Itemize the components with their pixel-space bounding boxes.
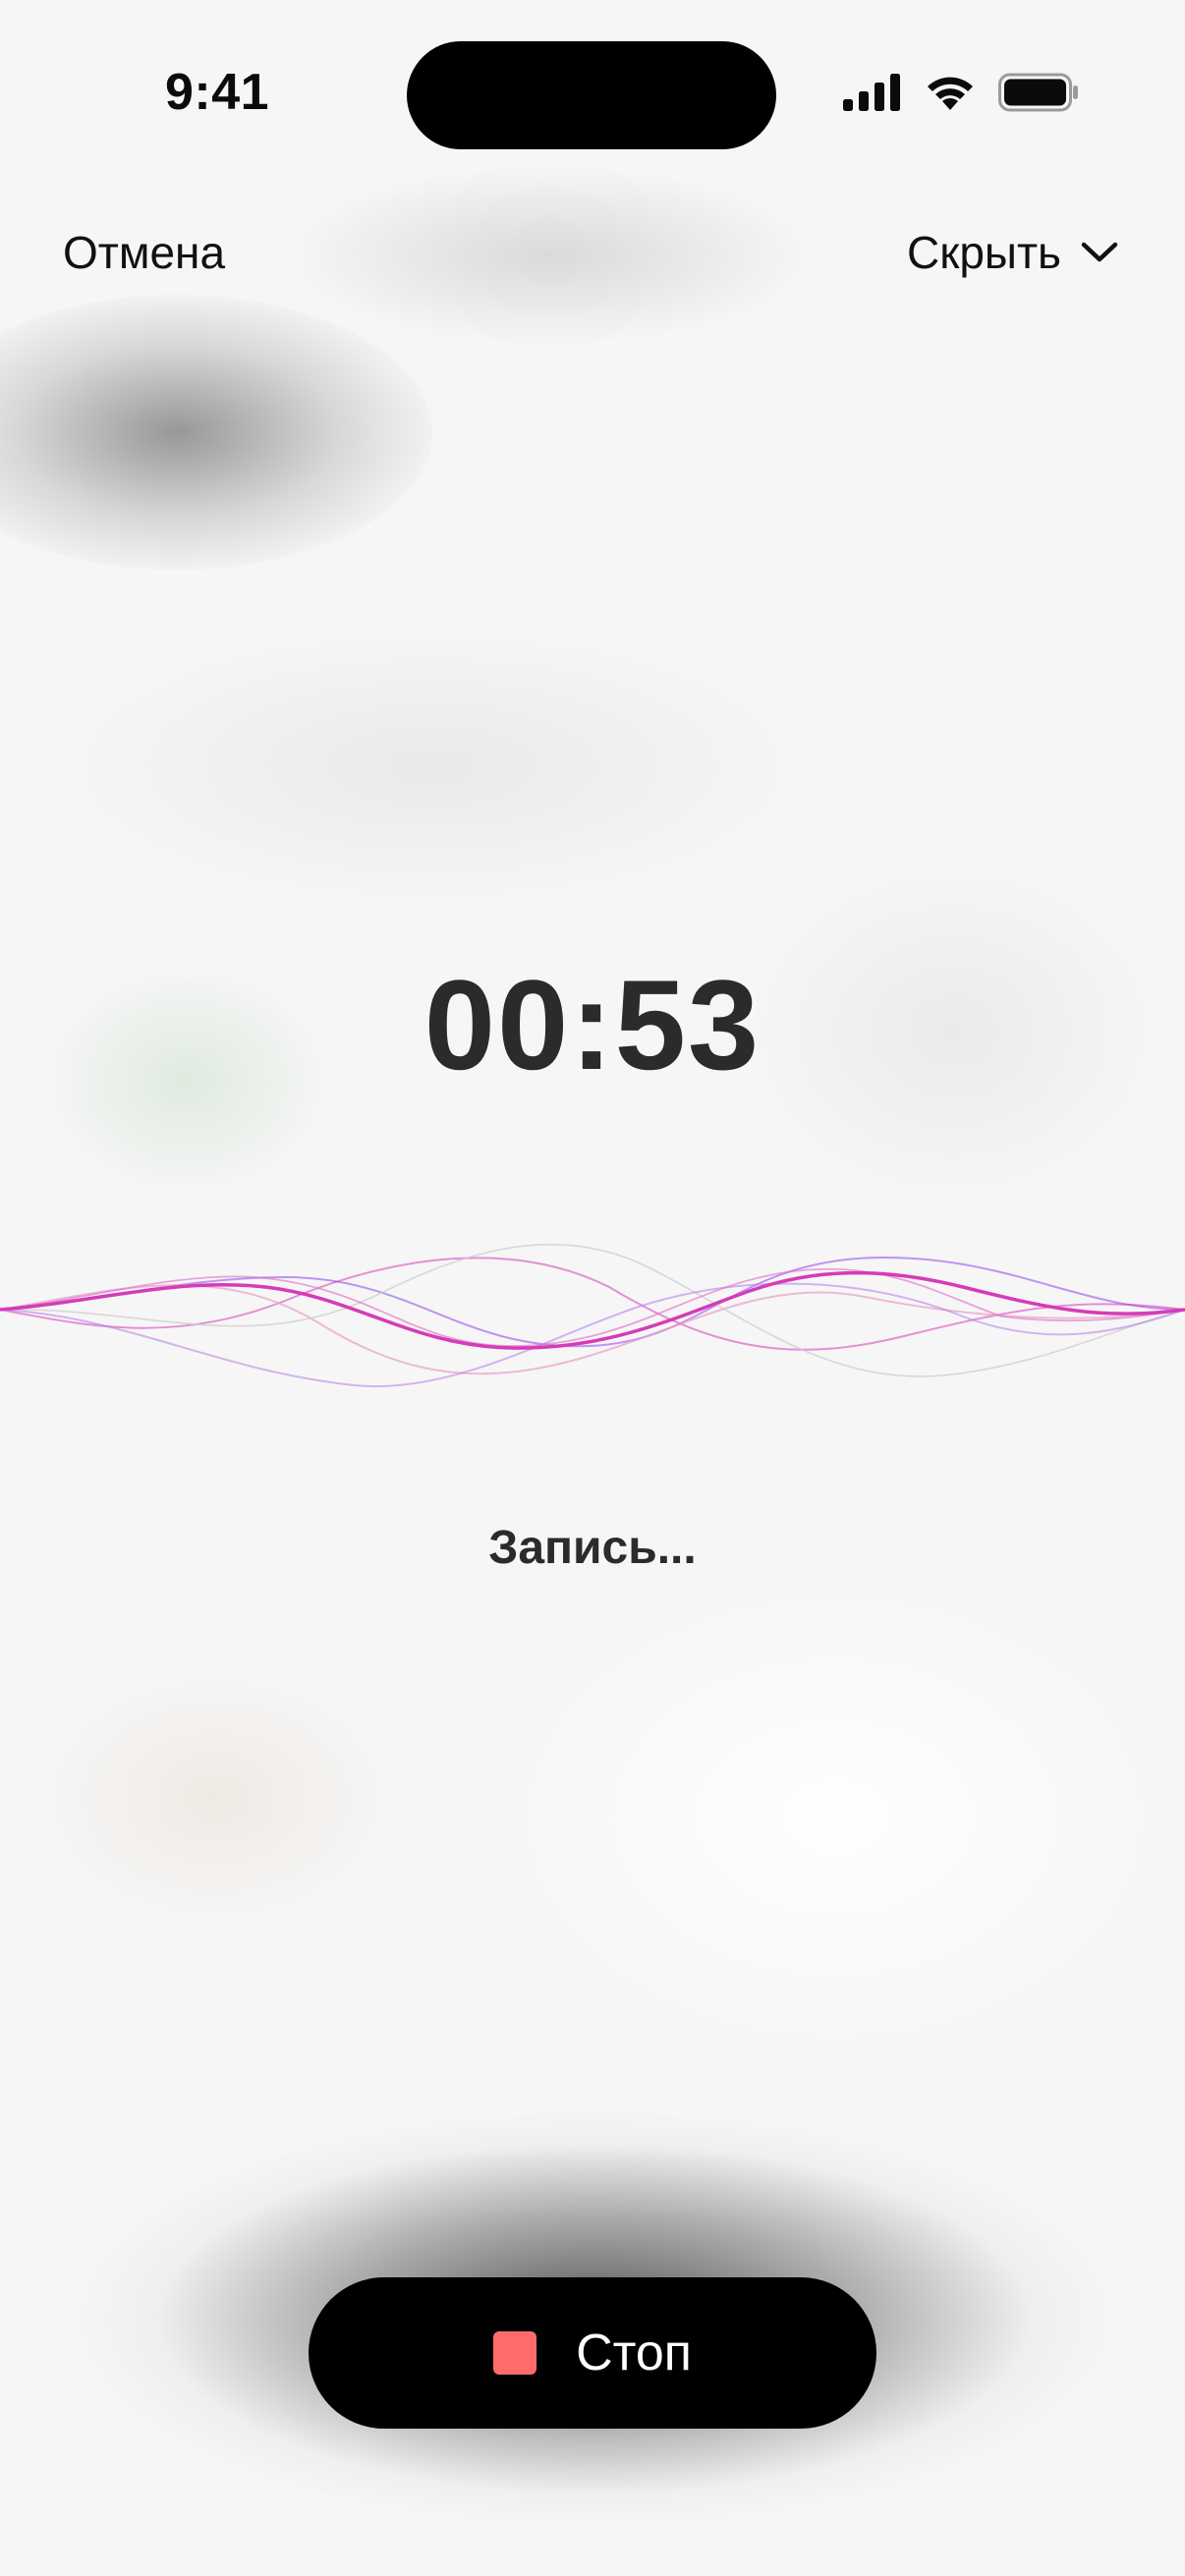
wave-line bbox=[0, 1256, 1185, 1348]
wifi-icon bbox=[928, 77, 973, 110]
audio-waveform bbox=[0, 1243, 1185, 1388]
elapsed-timer: 00:53 bbox=[423, 953, 762, 1096]
stop-button[interactable]: Стоп bbox=[309, 2277, 876, 2429]
chevron-down-icon bbox=[1081, 242, 1118, 262]
hide-button[interactable]: Скрыть bbox=[907, 226, 1118, 279]
background-blur bbox=[0, 295, 432, 570]
cancel-button[interactable]: Отмена bbox=[63, 226, 225, 279]
battery-icon bbox=[998, 73, 1078, 112]
status-icons bbox=[843, 73, 1079, 112]
stop-button-label: Стоп bbox=[576, 2324, 692, 2381]
wave-line bbox=[0, 1267, 1185, 1347]
background-blur bbox=[491, 1572, 1179, 2063]
status-time: 9:41 bbox=[165, 64, 270, 121]
background-blur bbox=[39, 1670, 393, 1926]
dynamic-island bbox=[407, 41, 776, 149]
stop-icon bbox=[493, 2331, 537, 2375]
wave-line bbox=[0, 1243, 1185, 1377]
recording-status: Запись... bbox=[488, 1522, 697, 1574]
background-blur bbox=[295, 167, 806, 344]
background-blur bbox=[59, 629, 806, 904]
recording-screen: 9:41 Отмена Скрыть 00:53 Запись... Стоп bbox=[0, 0, 1185, 2576]
cellular-signal-icon bbox=[843, 74, 900, 111]
hide-button-label: Скрыть bbox=[906, 227, 1061, 278]
